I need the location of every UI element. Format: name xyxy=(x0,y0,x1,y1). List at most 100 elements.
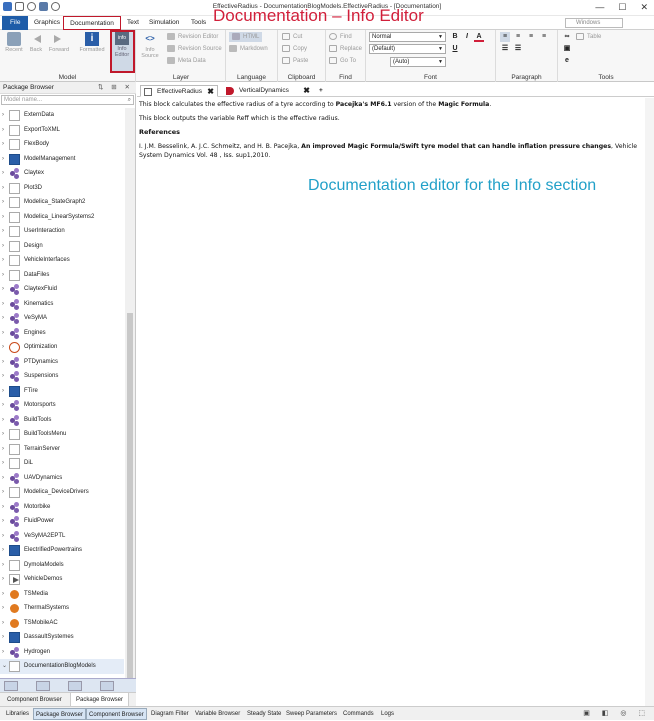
close-button[interactable]: ✕ xyxy=(640,2,648,13)
info-source-button[interactable]: <> Info Source xyxy=(139,32,161,59)
image-icon[interactable]: ▣ xyxy=(562,44,572,54)
tab-logs[interactable]: Logs xyxy=(379,708,396,720)
expand-chevron-icon[interactable]: › xyxy=(2,485,4,500)
align-center-icon[interactable]: ≡ xyxy=(513,32,523,42)
align-right-icon[interactable]: ≡ xyxy=(526,32,536,42)
package-item[interactable]: › DiL xyxy=(0,456,124,471)
revision-source-button[interactable]: Revision Source xyxy=(167,44,222,54)
package-item[interactable]: › Suspensions xyxy=(0,369,124,384)
expand-chevron-icon[interactable]: › xyxy=(2,340,4,355)
expand-chevron-icon[interactable]: › xyxy=(2,529,4,544)
numbered-list-icon[interactable]: ☰ xyxy=(513,44,523,54)
expand-chevron-icon[interactable]: › xyxy=(2,282,4,297)
package-item[interactable]: › TSMedia xyxy=(0,587,124,602)
tab-package-browser-bottom[interactable]: Package Browser xyxy=(33,708,87,720)
cut-button[interactable]: Cut xyxy=(282,32,302,42)
back-button[interactable]: Back xyxy=(26,32,46,53)
package-item[interactable]: › Engines xyxy=(0,326,124,341)
expand-chevron-icon[interactable]: › xyxy=(2,152,4,167)
maximize-button[interactable]: ☐ xyxy=(618,2,626,13)
view-mode-icons[interactable]: ▣ ◧ ◎ ⬚ xyxy=(583,709,650,717)
panel-controls[interactable]: ⇅ ⊞ ✕ xyxy=(98,82,133,94)
tab-component-browser[interactable]: Component Browser xyxy=(2,693,67,707)
tab-libraries[interactable]: Libraries xyxy=(4,708,31,720)
package-item[interactable]: › DassaultSystemes xyxy=(0,630,124,645)
expand-chevron-icon[interactable]: › xyxy=(2,195,4,210)
add-tab-button[interactable]: + xyxy=(315,85,329,97)
expand-icon[interactable] xyxy=(100,681,114,691)
package-item[interactable]: › FTire xyxy=(0,384,124,399)
tab-effective-radius[interactable]: EffectiveRadius ✖ xyxy=(140,85,218,97)
package-item[interactable]: › Claytex xyxy=(0,166,124,181)
expand-chevron-icon[interactable]: › xyxy=(2,398,4,413)
expand-chevron-icon[interactable]: › xyxy=(2,616,4,631)
package-item[interactable]: › FlexBody xyxy=(0,137,124,152)
search-icon[interactable]: ⌕ xyxy=(128,96,131,104)
tab-graphics[interactable]: Graphics xyxy=(30,16,64,30)
close-icon[interactable]: ✖ xyxy=(303,85,310,97)
package-item[interactable]: › TSMobileAC xyxy=(0,616,124,631)
package-item[interactable]: › TerrainServer xyxy=(0,442,124,457)
package-item[interactable]: › UserInteraction xyxy=(0,224,124,239)
expand-chevron-icon[interactable]: › xyxy=(2,166,4,181)
expand-chevron-icon[interactable]: › xyxy=(2,413,4,428)
expand-chevron-icon[interactable]: › xyxy=(2,645,4,660)
package-item[interactable]: › ElectrifiedPowertrains xyxy=(0,543,124,558)
package-item[interactable]: › Modelica_DeviceDrivers xyxy=(0,485,124,500)
table-button[interactable]: Table xyxy=(576,32,601,42)
info-content[interactable]: This block calculates the effective radi… xyxy=(139,100,644,165)
package-item[interactable]: › BuildTools xyxy=(0,413,124,428)
expand-chevron-icon[interactable]: › xyxy=(2,239,4,254)
package-item[interactable]: › Motorsports xyxy=(0,398,124,413)
expand-chevron-icon[interactable]: › xyxy=(2,297,4,312)
package-item[interactable]: › Hydrogen xyxy=(0,645,124,660)
recent-button[interactable]: Recent xyxy=(3,32,25,53)
italic-button[interactable]: I xyxy=(462,32,472,42)
tab-variable-browser[interactable]: Variable Browser xyxy=(193,708,242,720)
expand-chevron-icon[interactable]: › xyxy=(2,181,4,196)
expand-chevron-icon[interactable]: › xyxy=(2,253,4,268)
expand-chevron-icon[interactable]: › xyxy=(2,210,4,225)
expand-chevron-icon[interactable]: › xyxy=(2,123,4,138)
expand-chevron-icon[interactable]: › xyxy=(2,268,4,283)
package-item[interactable]: › Modelica_LinearSystems2 xyxy=(0,210,124,225)
font-size-select[interactable]: (Auto) ▼ xyxy=(390,57,446,67)
forward-button[interactable]: Forward xyxy=(46,32,72,53)
expand-chevron-icon[interactable]: › xyxy=(2,369,4,384)
html-button[interactable]: HTML xyxy=(229,32,263,42)
justify-icon[interactable]: ≡ xyxy=(539,32,549,42)
package-item[interactable]: › BuildToolsMenu xyxy=(0,427,124,442)
layout-icon[interactable] xyxy=(68,681,82,691)
font-family-select[interactable]: (Default) ▼ xyxy=(369,44,446,54)
tab-text[interactable]: Text xyxy=(123,16,143,30)
minimize-button[interactable]: — xyxy=(595,2,604,13)
expand-chevron-icon[interactable]: › xyxy=(2,572,4,587)
tab-diagram-filter[interactable]: Diagram Filter xyxy=(149,708,191,720)
package-item[interactable]: › VeSyMA xyxy=(0,311,124,326)
copy-button[interactable]: Copy xyxy=(282,44,307,54)
editor-scrollbar[interactable] xyxy=(645,98,654,706)
expand-chevron-icon[interactable]: › xyxy=(2,471,4,486)
expand-chevron-icon[interactable]: › xyxy=(2,456,4,471)
package-item[interactable]: ⌄ DocumentationBlogModels xyxy=(0,659,124,674)
package-scrollbar[interactable] xyxy=(125,108,135,702)
expand-chevron-icon[interactable]: › xyxy=(2,108,4,123)
package-item[interactable]: › Kinematics xyxy=(0,297,124,312)
expand-chevron-icon[interactable]: › xyxy=(2,630,4,645)
package-item[interactable]: › DataFiles xyxy=(0,268,124,283)
package-item[interactable]: › UAVDynamics xyxy=(0,471,124,486)
tab-documentation[interactable]: Documentation xyxy=(63,16,121,30)
bullet-list-icon[interactable]: ☰ xyxy=(500,44,510,54)
expand-chevron-icon[interactable]: › xyxy=(2,326,4,341)
style-select[interactable]: Normal ▼ xyxy=(369,32,446,42)
package-item[interactable]: › Plot3D xyxy=(0,181,124,196)
scrollbar-thumb[interactable] xyxy=(127,313,133,693)
package-item[interactable]: › ExportToXML xyxy=(0,123,124,138)
tab-file[interactable]: File xyxy=(2,16,29,30)
package-item[interactable]: › ThermalSystems xyxy=(0,601,124,616)
windows-combo[interactable]: Windows xyxy=(565,18,623,28)
package-item[interactable]: › FluidPower xyxy=(0,514,124,529)
expand-chevron-icon[interactable]: › xyxy=(2,224,4,239)
expand-chevron-icon[interactable]: › xyxy=(2,558,4,573)
goto-button[interactable]: Go To xyxy=(329,56,356,66)
